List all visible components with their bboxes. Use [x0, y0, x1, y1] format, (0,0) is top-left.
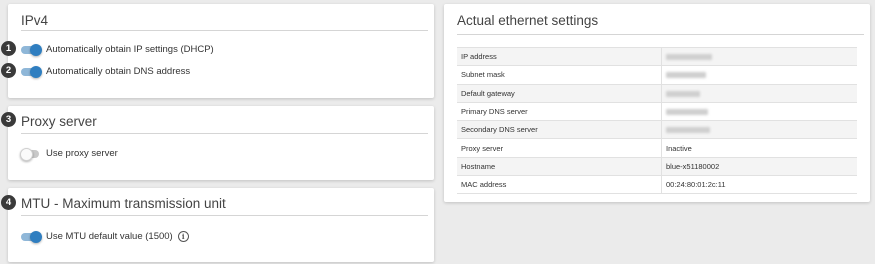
mtu-divider [21, 215, 428, 216]
marker-3: 3 [1, 112, 16, 127]
table-row: MAC address 00:24:80:01:2c:11 [457, 175, 857, 195]
setting-key: Secondary DNS server [457, 120, 662, 140]
proxy-card: Proxy server Use proxy server [8, 106, 434, 180]
table-row: Subnet mask [457, 65, 857, 85]
ipv4-card: IPv4 Automatically obtain IP settings (D… [8, 4, 434, 98]
table-row: Default gateway [457, 83, 857, 103]
redacted-value [666, 109, 708, 116]
marker-1: 1 [1, 41, 16, 56]
use-proxy-option: Use proxy server [20, 147, 118, 161]
dns-option: Automatically obtain DNS address [21, 65, 191, 78]
settings-table: IP address Subnet mask Default gateway Prim… [457, 46, 857, 195]
mtu-title: MTU - Maximum transmission unit [21, 196, 226, 211]
dhcp-label: Automatically obtain IP settings (DHCP) [46, 44, 214, 55]
mtu-default-option: Use MTU default value (1500) i [21, 230, 189, 243]
proxy-title: Proxy server [21, 114, 97, 129]
table-row: Proxy server Inactive [457, 138, 857, 158]
dns-label: Automatically obtain DNS address [46, 66, 191, 77]
ipv4-divider [21, 30, 428, 31]
toggle-thumb [30, 43, 42, 56]
table-row: IP address [457, 46, 857, 67]
redacted-value [666, 90, 700, 97]
dns-toggle[interactable] [21, 65, 42, 78]
marker-2: 2 [1, 63, 16, 78]
setting-value: 00:24:80:01:2c:11 [661, 175, 857, 195]
redacted-value [666, 127, 710, 134]
setting-key: MAC address [457, 175, 662, 195]
dhcp-toggle[interactable] [21, 43, 42, 56]
actual-settings-title: Actual ethernet settings [457, 13, 599, 28]
setting-value [661, 46, 857, 67]
setting-value [661, 65, 857, 85]
actual-settings-card: Actual ethernet settings IP address Subne… [444, 4, 870, 202]
toggle-thumb [20, 147, 33, 161]
setting-key: Default gateway [457, 83, 662, 103]
proxy-divider [21, 133, 428, 134]
setting-value: blue-x51180002 [661, 156, 857, 177]
marker-4: 4 [1, 195, 16, 210]
dhcp-option: Automatically obtain IP settings (DHCP) [21, 43, 214, 56]
setting-key: IP address [457, 46, 662, 67]
info-icon[interactable]: i [177, 231, 189, 242]
use-proxy-label: Use proxy server [46, 148, 118, 159]
mtu-default-toggle[interactable] [21, 230, 42, 243]
table-row: Primary DNS server [457, 101, 857, 122]
table-row: Secondary DNS server [457, 120, 857, 140]
use-proxy-toggle[interactable] [20, 147, 41, 161]
actual-settings-divider [457, 34, 864, 35]
mtu-default-label: Use MTU default value (1500) [46, 231, 173, 242]
setting-value [661, 83, 857, 103]
setting-value: Inactive [661, 138, 857, 158]
toggle-thumb [30, 65, 42, 78]
mtu-card: MTU - Maximum transmission unit Use MTU … [8, 188, 434, 262]
setting-key: Proxy server [457, 138, 662, 158]
table-row: Hostname blue-x51180002 [457, 156, 857, 177]
setting-key: Primary DNS server [457, 101, 662, 122]
setting-key: Hostname [457, 156, 662, 177]
setting-value [661, 120, 857, 140]
setting-key: Subnet mask [457, 65, 662, 85]
redacted-value [666, 54, 712, 61]
setting-value [661, 101, 857, 122]
ipv4-title: IPv4 [21, 13, 49, 28]
redacted-value [666, 72, 706, 79]
toggle-thumb [30, 230, 42, 243]
